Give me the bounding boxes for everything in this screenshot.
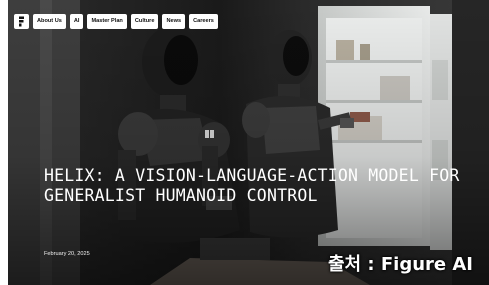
top-navigation: About Us AI Master Plan Culture News Car… [14,14,218,30]
source-caption: 출처 : Figure AI [328,254,473,275]
article-date: February 20, 2025 [44,251,90,257]
nav-link-about-us[interactable]: About Us [33,14,66,29]
article-headline: HELIX: A VISION-LANGUAGE-ACTION MODEL FO… [44,166,460,205]
nav-link-news[interactable]: News [162,14,186,29]
nav-link-careers[interactable]: Careers [189,14,218,29]
nav-link-ai[interactable]: AI [69,14,84,29]
nav-link-culture[interactable]: Culture [130,14,159,29]
left-border [0,0,8,285]
nav-link-master-plan[interactable]: Master Plan [87,14,127,29]
figure-logo[interactable] [14,14,29,29]
figure-logo-icon [19,16,24,27]
hero-screenshot: About Us AI Master Plan Culture News Car… [0,0,489,285]
hero-background-photo [0,0,489,285]
